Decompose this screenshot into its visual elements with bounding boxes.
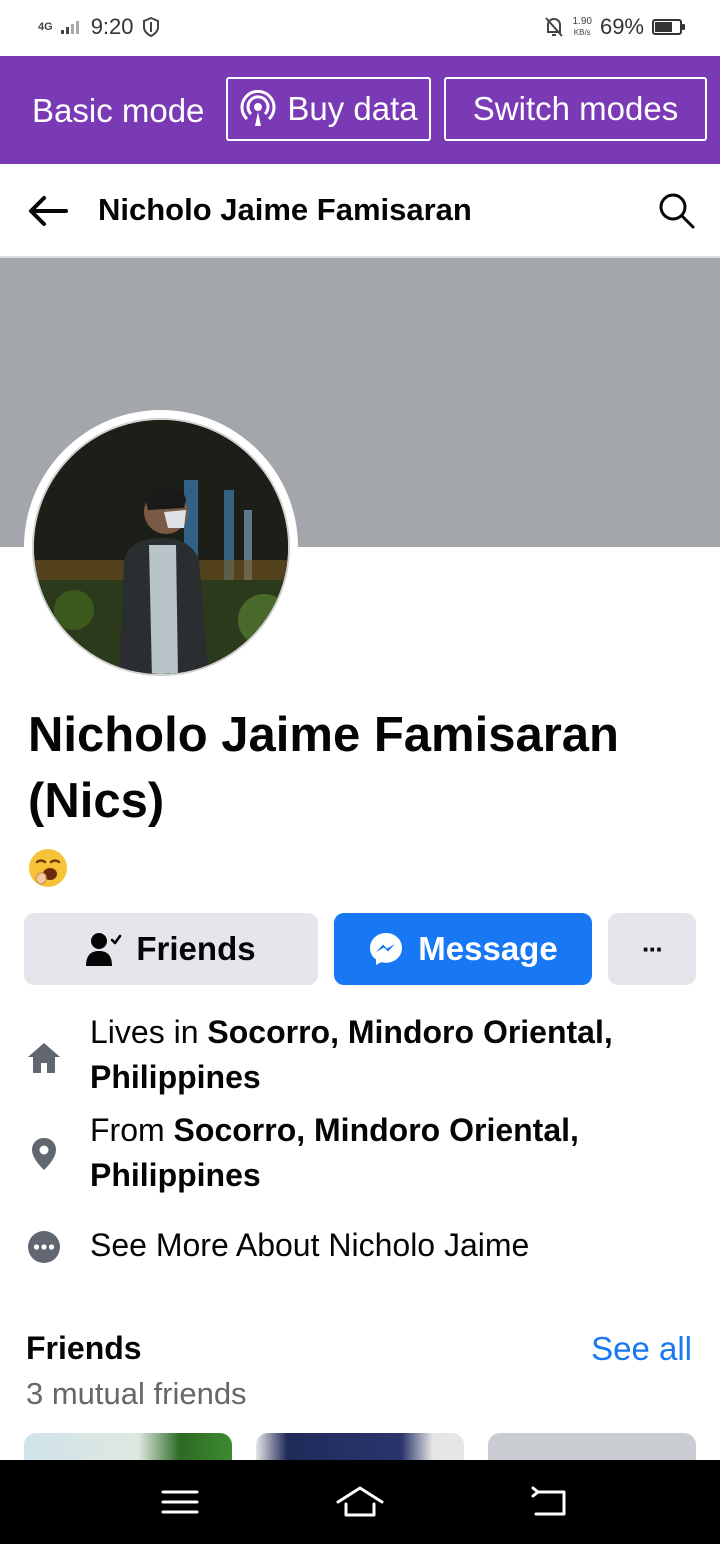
friend-thumbnail[interactable] <box>24 1433 232 1463</box>
switch-modes-label: Switch modes <box>472 90 679 127</box>
profile-photo-image <box>34 420 288 674</box>
more-options-button[interactable]: ··· <box>608 913 696 985</box>
status-time: 9:20 <box>90 14 134 39</box>
lives-in-prefix: Lives in <box>90 1014 208 1050</box>
yawning-face-icon <box>29 849 67 887</box>
message-button-label: Message <box>418 930 558 967</box>
more-circle-icon <box>28 1231 60 1263</box>
more-options-icon: ··· <box>642 933 664 964</box>
search-icon[interactable] <box>656 190 696 230</box>
from-text: From Socorro, Mindoro Oriental, Philippi… <box>90 1108 670 1198</box>
see-more-about-text: See More About Nicholo Jaime <box>90 1227 530 1263</box>
profile-header: Nicholo Jaime Famisaran <box>0 164 720 258</box>
friend-thumbnail[interactable] <box>488 1433 696 1463</box>
messenger-icon <box>370 933 403 965</box>
from-prefix: From <box>90 1112 174 1148</box>
network-speed: 1.90 KB/s <box>572 16 591 38</box>
battery-icon <box>652 19 685 35</box>
home-icon <box>28 1043 60 1073</box>
system-navigation-bar <box>0 1460 720 1544</box>
notifications-off-icon <box>545 17 564 37</box>
back-arrow-icon[interactable] <box>26 189 70 233</box>
network-indicator: 4G <box>38 20 53 33</box>
status-bar: 4G 9:20 1.90 KB/s 69% <box>0 0 720 56</box>
switch-modes-button[interactable]: Switch modes <box>444 77 707 141</box>
friends-button-label: Friends <box>136 930 256 967</box>
home-nav-icon[interactable] <box>334 1482 386 1522</box>
signal-icon <box>60 21 79 34</box>
speed-unit: KB/s <box>573 28 591 37</box>
broadcast-icon <box>240 90 276 126</box>
mode-bar: Basic mode Buy data Switch modes <box>0 56 720 164</box>
friends-button[interactable]: Friends <box>24 913 318 985</box>
profile-picture[interactable] <box>32 418 290 676</box>
mutual-friends-count: 3 mutual friends <box>26 1376 247 1411</box>
speed-value: 1.90 <box>572 16 592 27</box>
profile-name: Nicholo Jaime Famisaran (Nics) <box>28 708 619 828</box>
back-nav-icon[interactable] <box>524 1482 576 1522</box>
status-left: 4G 9:20 <box>38 14 160 40</box>
lives-in-text: Lives in Socorro, Mindoro Oriental, Phil… <box>90 1010 670 1100</box>
header-title: Nicholo Jaime Famisaran <box>98 192 472 227</box>
message-button[interactable]: Message <box>334 913 592 985</box>
buy-data-button[interactable]: Buy data <box>226 77 431 141</box>
status-right: 1.90 KB/s 69% <box>544 14 685 40</box>
shield-icon <box>142 17 159 37</box>
battery-fill <box>655 22 672 32</box>
buy-data-label: Buy data <box>287 90 418 127</box>
see-all-friends-link[interactable]: See all <box>591 1330 692 1368</box>
friend-check-icon <box>86 933 122 966</box>
friend-thumbnail[interactable] <box>256 1433 464 1463</box>
profile-picture-frame <box>24 410 298 684</box>
menu-icon[interactable] <box>154 1482 206 1522</box>
battery-percent: 69% <box>599 14 644 39</box>
basic-mode-label: Basic mode <box>32 92 205 129</box>
friends-section-title: Friends <box>26 1330 142 1366</box>
location-pin-icon <box>32 1138 56 1170</box>
